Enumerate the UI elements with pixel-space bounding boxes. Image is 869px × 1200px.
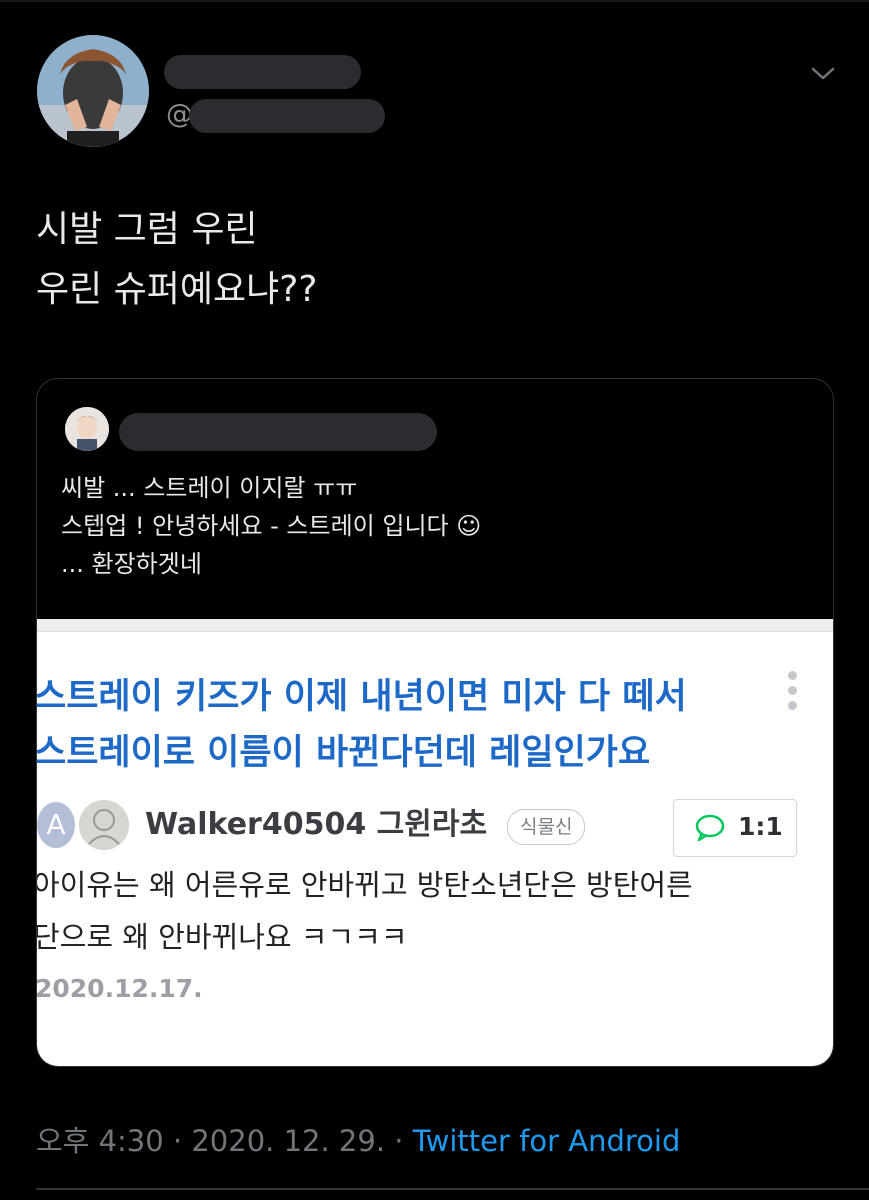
post-date: 2020.12.17. <box>37 974 203 1003</box>
tweet-text-line: 우린 슈퍼예요냐?? <box>36 269 318 310</box>
author-sketch-avatar <box>79 800 129 850</box>
top-divider <box>0 0 869 2</box>
quoted-tweet-card[interactable]: 씨발 ... 스트레이 이지랄 ㅠㅠ 스텝업 ! 안녕하세요 - 스트레이 입니… <box>36 378 834 1067</box>
tweet-text: 시발 그럼 우린 우린 슈퍼예요냐?? <box>36 200 816 320</box>
post-title-line: 스트레이로 이름이 바뀐다던데 레일인가요 <box>37 733 651 773</box>
author-letter-avatar: A <box>37 802 75 848</box>
chevron-down-icon[interactable] <box>806 60 840 86</box>
author-avatar[interactable] <box>37 35 149 147</box>
tweet-date: 2020. 12. 29. <box>191 1124 386 1158</box>
quoted-text-line: ... 환장하겟네 <box>61 550 202 578</box>
tweet-source-link[interactable]: Twitter for Android <box>413 1124 681 1158</box>
quoted-text-line: 씨발 ... 스트레이 이지랄 ㅠㅠ <box>61 474 358 502</box>
chat-badge: 1:1 <box>673 799 797 857</box>
kebab-menu-icon <box>785 671 799 715</box>
display-name-redacted <box>164 55 361 89</box>
handle-redacted <box>189 99 385 133</box>
post-author-name: Walker40504 그윈라초 <box>145 807 488 842</box>
meta-separator: · <box>163 1124 192 1158</box>
tweet-time: 오후 4:30 <box>36 1124 164 1158</box>
image-top-strip <box>37 619 833 632</box>
chat-bubble-icon <box>695 814 725 842</box>
attached-image[interactable]: 스트레이 키즈가 이제 내년이면 미자 다 떼서 스트레이로 이름이 바뀐다던데… <box>37 619 833 1066</box>
meta-separator: · <box>385 1124 413 1158</box>
post-body-line: 단으로 왜 안바뀌나요 ㅋㄱㅋㅋ <box>37 920 408 954</box>
quoted-text-line: 스텝업 ! 안녕하세요 - 스트레이 입니다 ☺ <box>61 512 482 540</box>
tweet-meta: 오후 4:30 · 2020. 12. 29. · Twitter for An… <box>36 1121 680 1161</box>
bottom-divider <box>36 1188 869 1190</box>
quoted-author-avatar <box>65 407 109 451</box>
post-title: 스트레이 키즈가 이제 내년이면 미자 다 떼서 스트레이로 이름이 바뀐다던데… <box>37 669 754 781</box>
quoted-tweet-text: 씨발 ... 스트레이 이지랄 ㅠㅠ 스텝업 ! 안녕하세요 - 스트레이 입니… <box>61 469 821 583</box>
post-body-line: 아이유는 왜 어른유로 안바뀌고 방탄소년단은 방탄어른 <box>37 868 693 902</box>
post-body: 아이유는 왜 어른유로 안바뀌고 방탄소년단은 방탄어른 단으로 왜 안바뀌나요… <box>37 859 823 963</box>
post-title-line: 스트레이 키즈가 이제 내년이면 미자 다 떼서 <box>37 677 687 717</box>
tweet-text-line: 시발 그럼 우린 <box>36 209 258 250</box>
author-grade-badge: 식물신 <box>507 809 586 845</box>
quoted-name-redacted <box>119 413 437 451</box>
chat-badge-label: 1:1 <box>738 812 783 841</box>
